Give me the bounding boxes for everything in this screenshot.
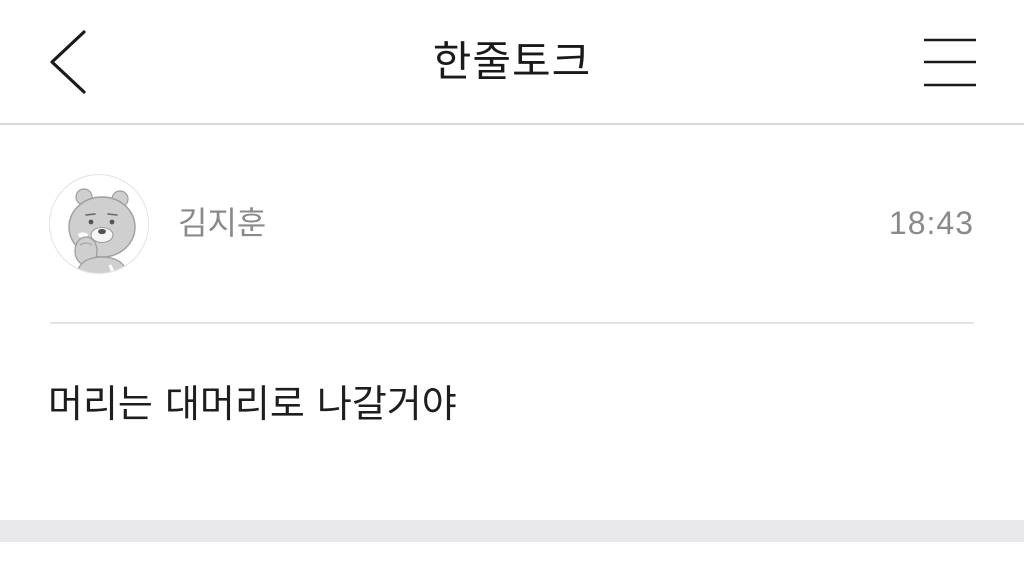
section-separator-band bbox=[0, 520, 1024, 542]
content-divider bbox=[50, 322, 974, 324]
top-navigation-bar: 한줄토크 bbox=[0, 0, 1024, 124]
author-name: 김지훈 bbox=[178, 204, 267, 242]
post-author-row: 김지훈 18:43 bbox=[0, 125, 1024, 323]
menu-button[interactable] bbox=[918, 32, 982, 92]
post-timestamp: 18:43 bbox=[888, 205, 974, 241]
hamburger-menu-icon bbox=[924, 38, 976, 87]
bear-character-avatar-icon bbox=[68, 188, 136, 273]
page-title: 한줄토크 bbox=[432, 37, 592, 86]
bottom-area bbox=[0, 542, 1024, 577]
avatar[interactable] bbox=[49, 174, 149, 274]
message-text: 머리는 대머리로 나갈거야 bbox=[48, 382, 457, 426]
